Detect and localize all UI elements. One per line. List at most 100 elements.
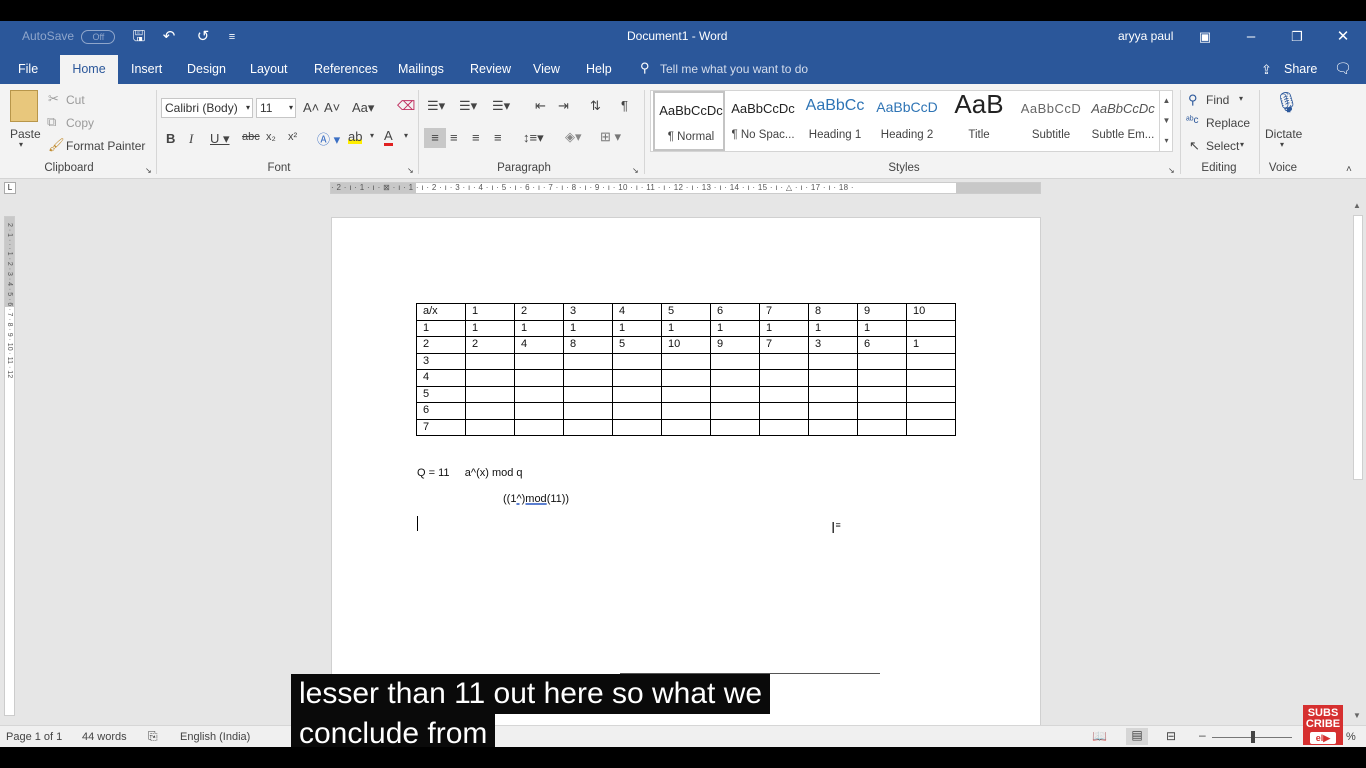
grow-font-icon[interactable]: A˄ (303, 100, 319, 115)
save-icon[interactable]: 🖫 (129, 27, 149, 47)
tab-home[interactable]: Home (60, 55, 118, 84)
table-cell[interactable] (710, 418, 760, 436)
style-title[interactable]: AaB Title (943, 89, 1015, 151)
find-button[interactable]: Find (1206, 93, 1229, 107)
table-cell[interactable] (710, 352, 760, 370)
table-cell[interactable] (906, 319, 956, 337)
table-cell[interactable] (612, 418, 662, 436)
read-mode-icon[interactable]: 📖 (1092, 729, 1107, 743)
styles-scroll-buttons[interactable]: ▲ ▼ ▾ (1159, 91, 1173, 151)
dictate-button[interactable]: Dictate (1265, 127, 1302, 141)
table-cell[interactable] (612, 369, 662, 387)
table-cell[interactable] (808, 385, 858, 403)
tab-review[interactable]: Review (470, 62, 511, 76)
align-right-icon[interactable]: ≡ (472, 130, 480, 145)
table-cell[interactable] (759, 418, 809, 436)
table-cell[interactable]: 9 (857, 303, 907, 321)
highlight-dropdown-icon[interactable]: ▾ (370, 131, 374, 140)
table-cell[interactable]: 1 (416, 319, 466, 337)
table-cell[interactable] (563, 385, 613, 403)
justify-icon[interactable]: ≡ (494, 130, 502, 145)
styles-launcher-icon[interactable]: ↘ (1168, 166, 1175, 175)
table-cell[interactable]: 1 (759, 319, 809, 337)
table-cell[interactable]: 1 (465, 303, 515, 321)
table-cell[interactable] (563, 402, 613, 420)
align-center-icon[interactable]: ≡ (450, 130, 458, 145)
sort-icon[interactable]: ⇅ (590, 98, 601, 114)
table-cell[interactable]: 1 (465, 319, 515, 337)
table-cell[interactable] (808, 402, 858, 420)
undo-icon[interactable]: ↶ (159, 27, 179, 47)
table-cell[interactable]: 1 (857, 319, 907, 337)
table-cell[interactable]: 10 (661, 336, 711, 354)
paste-button[interactable]: Paste (10, 127, 41, 141)
table-cell[interactable] (759, 402, 809, 420)
table-cell[interactable] (906, 352, 956, 370)
tab-mailings[interactable]: Mailings (398, 62, 444, 76)
print-layout-icon[interactable]: ▤ (1126, 728, 1148, 745)
tab-view[interactable]: View (533, 62, 560, 76)
close-icon[interactable]: ✕ (1333, 27, 1353, 47)
minimize-icon[interactable]: – (1241, 27, 1261, 47)
table-cell[interactable]: 2 (465, 336, 515, 354)
copy-button[interactable]: Copy (66, 116, 94, 130)
vertical-ruler[interactable]: 2 · 1 · · · 1 · 2 · 3 · 4 · 5 · 6 · 7 · … (4, 216, 15, 716)
highlight-icon[interactable]: ab (348, 129, 363, 144)
borders-icon[interactable]: ⊞ ▾ (600, 129, 621, 145)
numbering-icon[interactable]: ☰▾ (459, 98, 477, 114)
replace-button[interactable]: Replace (1206, 116, 1250, 130)
vertical-scrollbar[interactable]: ▲ ▼ (1350, 199, 1366, 725)
table-cell[interactable] (661, 369, 711, 387)
table-cell[interactable]: 1 (563, 319, 613, 337)
table-cell[interactable]: 7 (759, 303, 809, 321)
scroll-up-icon[interactable]: ▲ (1353, 201, 1361, 210)
table-cell[interactable] (710, 385, 760, 403)
tab-file[interactable]: File (18, 62, 38, 76)
table-cell[interactable] (465, 418, 515, 436)
zoom-slider-thumb[interactable] (1251, 731, 1255, 743)
table-cell[interactable] (710, 402, 760, 420)
paragraph-launcher-icon[interactable]: ↘ (632, 166, 639, 175)
table-cell[interactable]: 2 (514, 303, 564, 321)
tell-me-search[interactable]: Tell me what you want to do (660, 62, 808, 76)
customize-icon[interactable]: ≡ (222, 27, 242, 47)
style-subtitle[interactable]: AaBbCcD Subtitle (1015, 91, 1087, 151)
strikethrough-icon[interactable]: abc (242, 131, 260, 143)
microphone-icon[interactable]: 🎙 (1274, 90, 1299, 115)
table-cell[interactable] (857, 352, 907, 370)
table-cell[interactable] (661, 352, 711, 370)
share-button[interactable]: Share (1284, 62, 1317, 76)
table-cell[interactable] (563, 352, 613, 370)
collapse-ribbon-icon[interactable]: ˄ (1346, 164, 1352, 175)
underline-icon[interactable]: U ▾ (210, 131, 230, 147)
table-cell[interactable] (661, 385, 711, 403)
shrink-font-icon[interactable]: A˅ (324, 100, 340, 115)
increase-indent-icon[interactable]: ⇥ (558, 98, 569, 114)
table-cell[interactable]: 4 (514, 336, 564, 354)
subscript-icon[interactable]: x₂ (266, 131, 276, 143)
subscribe-badge[interactable]: SUBS CRIBE el▶ (1303, 705, 1343, 745)
style-no-spacing[interactable]: AaBbCcDc ¶ No Spac... (727, 91, 799, 151)
table-cell[interactable]: 1 (661, 319, 711, 337)
decrease-indent-icon[interactable]: ⇤ (535, 98, 546, 114)
paste-icon[interactable] (10, 90, 38, 122)
table-cell[interactable]: 4 (416, 369, 466, 387)
style-normal[interactable]: AaBbCcDc ¶ Normal (653, 91, 725, 151)
zoom-level[interactable]: % (1346, 731, 1356, 743)
font-color-dropdown-icon[interactable]: ▾ (404, 131, 408, 140)
share-icon[interactable]: ⇪ (1261, 62, 1272, 78)
table-cell[interactable] (906, 402, 956, 420)
paste-dropdown-icon[interactable]: ▾ (19, 140, 23, 149)
table-cell[interactable] (563, 418, 613, 436)
find-dropdown-icon[interactable]: ▾ (1239, 94, 1243, 103)
font-size-select[interactable]: 11 ▾ (256, 98, 296, 118)
table-cell[interactable] (465, 369, 515, 387)
table-cell[interactable]: 5 (661, 303, 711, 321)
font-launcher-icon[interactable]: ↘ (407, 166, 414, 175)
table-cell[interactable]: 5 (612, 336, 662, 354)
table-cell[interactable] (759, 352, 809, 370)
table-cell[interactable] (906, 418, 956, 436)
table-cell[interactable]: 1 (808, 319, 858, 337)
restore-icon[interactable]: ❐ (1287, 27, 1307, 47)
table-cell[interactable]: 4 (612, 303, 662, 321)
